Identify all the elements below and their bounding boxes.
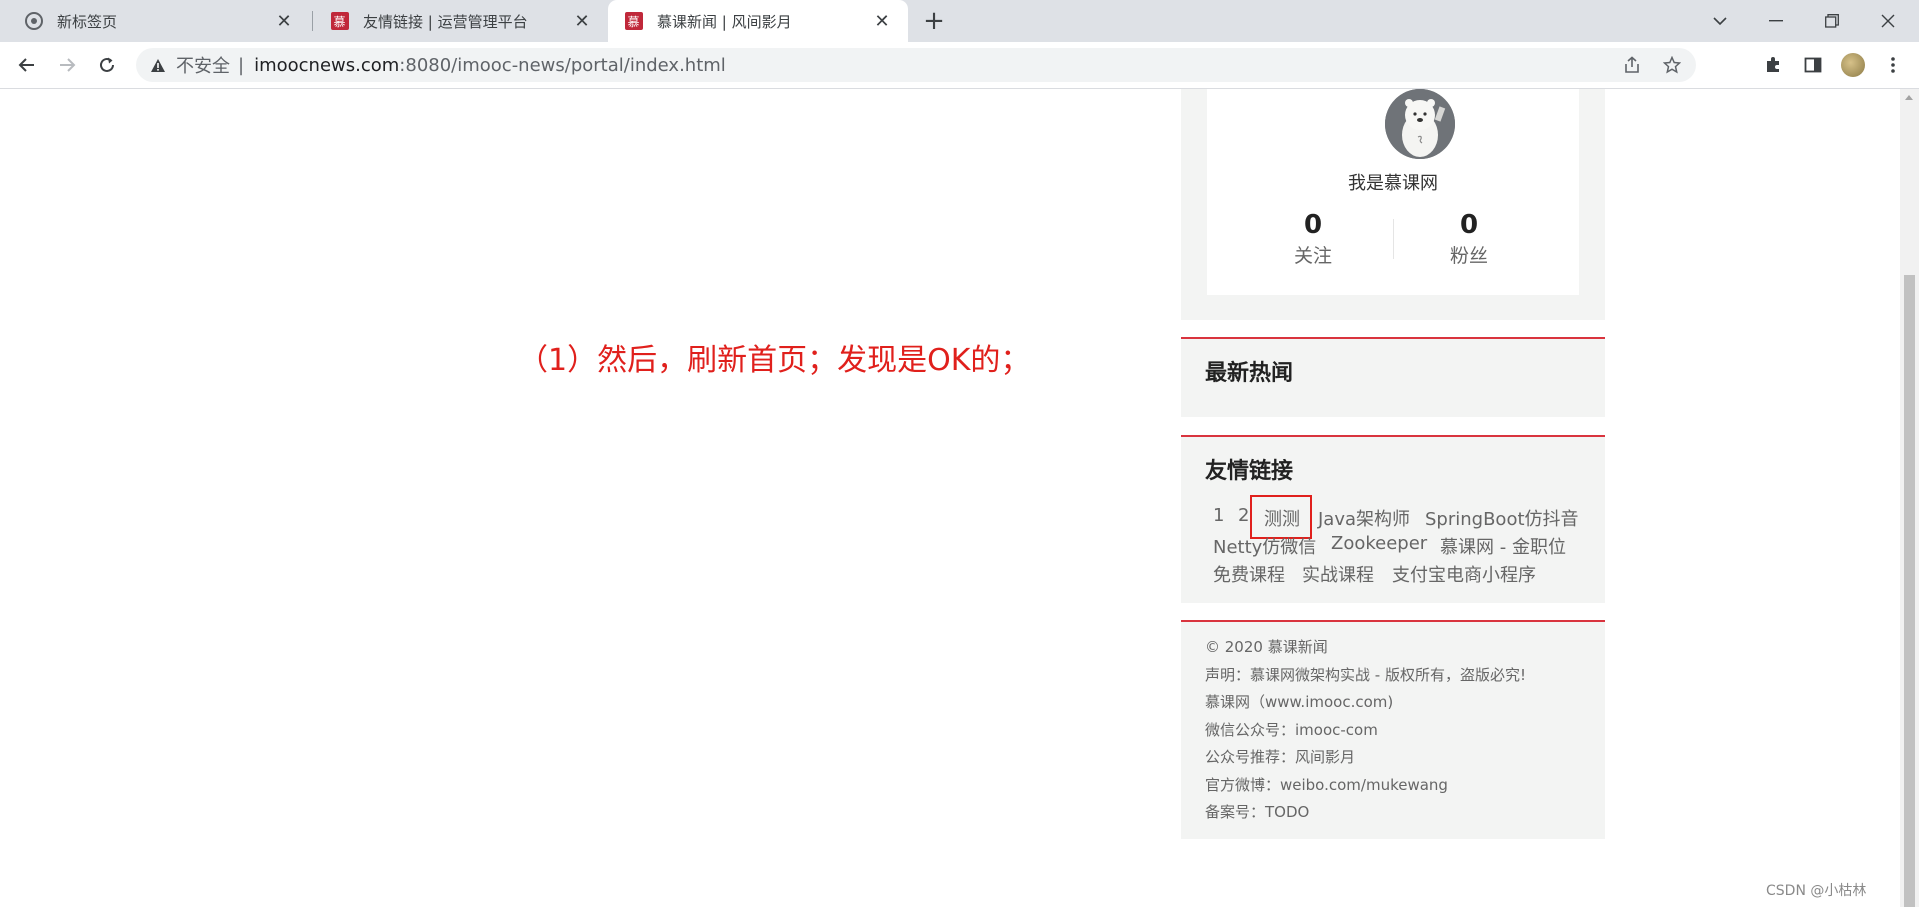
- browser-toolbar: 不安全 | imoocnews.com:8080/imooc-news/port…: [0, 42, 1919, 89]
- arrow-left-icon: [18, 58, 34, 72]
- chrome-icon: [24, 12, 43, 31]
- tab-imooc-news[interactable]: 慕 慕课新闻 | 风间影月 ✕: [608, 0, 908, 42]
- friend-link[interactable]: 支付宝电商小程序: [1392, 561, 1536, 587]
- friend-link[interactable]: SpringBoot仿抖音: [1425, 505, 1579, 531]
- hot-news-card: 最新热闻: [1181, 337, 1605, 417]
- tab-divider: [312, 11, 313, 31]
- bookmark-star-icon[interactable]: [1652, 56, 1692, 74]
- friend-links-title: 友情链接: [1205, 459, 1294, 484]
- friend-link[interactable]: 免费课程: [1213, 561, 1285, 587]
- puzzle-icon: [1767, 57, 1779, 72]
- following-count: 0: [1303, 210, 1323, 240]
- avatar: [1841, 53, 1865, 77]
- scroll-thumb[interactable]: [1904, 275, 1915, 907]
- friend-link[interactable]: Zookeeper: [1331, 533, 1427, 554]
- annotation-text: （1）然后，刷新首页；发现是OK的；: [518, 343, 1031, 378]
- side-panel-icon: [1804, 57, 1822, 73]
- minimize-button[interactable]: [1748, 0, 1804, 42]
- website-text[interactable]: 慕课网（www.imooc.com): [1205, 691, 1393, 712]
- chevron-down-icon: [1713, 17, 1727, 26]
- restore-button[interactable]: [1804, 0, 1860, 42]
- menu-button[interactable]: [1878, 50, 1908, 80]
- address-bar[interactable]: 不安全 | imoocnews.com:8080/imooc-news/port…: [136, 48, 1696, 82]
- fans-count: 0: [1459, 210, 1479, 240]
- url-host: imoocnews.com: [254, 54, 400, 76]
- profile-name: 我是慕课网: [1348, 173, 1438, 194]
- friend-links-card: 友情链接 1 2 测测 Java架构师 SpringBoot仿抖音 Netty仿…: [1181, 435, 1605, 603]
- back-button[interactable]: [12, 50, 42, 80]
- reload-icon: [100, 57, 114, 72]
- close-window-button[interactable]: [1860, 0, 1916, 42]
- friend-link[interactable]: Netty仿微信: [1213, 533, 1316, 559]
- weibo-text[interactable]: 官方微博：weibo.com/mukewang: [1205, 774, 1448, 795]
- fans-label[interactable]: 粉丝: [1379, 241, 1559, 268]
- friend-link[interactable]: 实战课程: [1302, 561, 1374, 587]
- page-scrollbar[interactable]: [1900, 89, 1919, 907]
- url-path: :8080/imooc-news/portal/index.html: [399, 54, 726, 76]
- copyright-text: © 2020 慕课新闻: [1205, 638, 1328, 656]
- tab-title: 友情链接 | 运营管理平台: [363, 12, 528, 31]
- arrow-right-icon: [60, 58, 76, 72]
- recommend-text: 公众号推荐：风间影月: [1205, 748, 1356, 766]
- avatar[interactable]: [1385, 89, 1455, 159]
- imooc-icon: 慕: [330, 12, 349, 31]
- address-separator: |: [238, 54, 245, 76]
- scroll-up-icon[interactable]: [1905, 95, 1913, 100]
- friend-link[interactable]: Java架构师: [1318, 505, 1410, 531]
- tab-strip: 新标签页 ✕ 慕 友情链接 | 运营管理平台 ✕ 慕 慕课新闻 | 风间影月 ✕…: [0, 0, 1919, 42]
- share-icon[interactable]: [1612, 56, 1652, 74]
- profile-card: 我是慕课网 0 关注 0 粉丝: [1181, 89, 1605, 320]
- warning-icon[interactable]: [150, 58, 168, 73]
- tab-title: 慕课新闻 | 风间影月: [657, 12, 792, 31]
- friend-link[interactable]: 1: [1213, 505, 1224, 526]
- wechat-text: 微信公众号：imooc-com: [1205, 721, 1378, 739]
- following-label[interactable]: 关注: [1223, 241, 1403, 268]
- close-icon[interactable]: ✕: [572, 11, 592, 32]
- footer-card: © 2020 慕课新闻 声明：慕课网微架构实战 - 版权所有，盗版必究! 慕课网…: [1181, 620, 1605, 839]
- close-icon[interactable]: ✕: [872, 11, 892, 32]
- security-label[interactable]: 不安全: [176, 52, 230, 78]
- tab-search-button[interactable]: [1692, 0, 1748, 42]
- tab-friend-links[interactable]: 慕 友情链接 | 运营管理平台 ✕: [314, 0, 608, 42]
- imooc-icon: 慕: [624, 12, 643, 31]
- forward-button[interactable]: [52, 50, 82, 80]
- tab-new-tab[interactable]: 新标签页 ✕: [8, 0, 310, 42]
- icp-text: 备案号：TODO: [1205, 803, 1310, 821]
- tab-title: 新标签页: [57, 12, 118, 31]
- close-icon[interactable]: ✕: [274, 11, 294, 32]
- side-panel-button[interactable]: [1798, 50, 1828, 80]
- profile-panel: 我是慕课网 0 关注 0 粉丝: [1207, 89, 1579, 295]
- hot-news-title: 最新热闻: [1205, 361, 1294, 386]
- watermark: CSDN @小枯林: [1766, 883, 1867, 899]
- more-vert-icon: [1891, 57, 1895, 73]
- friend-link[interactable]: 慕课网 - 金职位: [1440, 533, 1566, 559]
- new-tab-button[interactable]: +: [920, 7, 948, 35]
- profile-button[interactable]: [1838, 50, 1868, 80]
- statement-text: 声明：慕课网微架构实战 - 版权所有，盗版必究!: [1205, 666, 1526, 684]
- reload-button[interactable]: [92, 50, 122, 80]
- page-viewport: （1）然后，刷新首页；发现是OK的； 我是慕课网 0 关注 0 粉丝 最新热闻 …: [0, 89, 1900, 907]
- polar-bear-avatar-icon: [1385, 89, 1455, 159]
- friend-link[interactable]: 2: [1238, 505, 1249, 526]
- extensions-button[interactable]: [1758, 50, 1788, 80]
